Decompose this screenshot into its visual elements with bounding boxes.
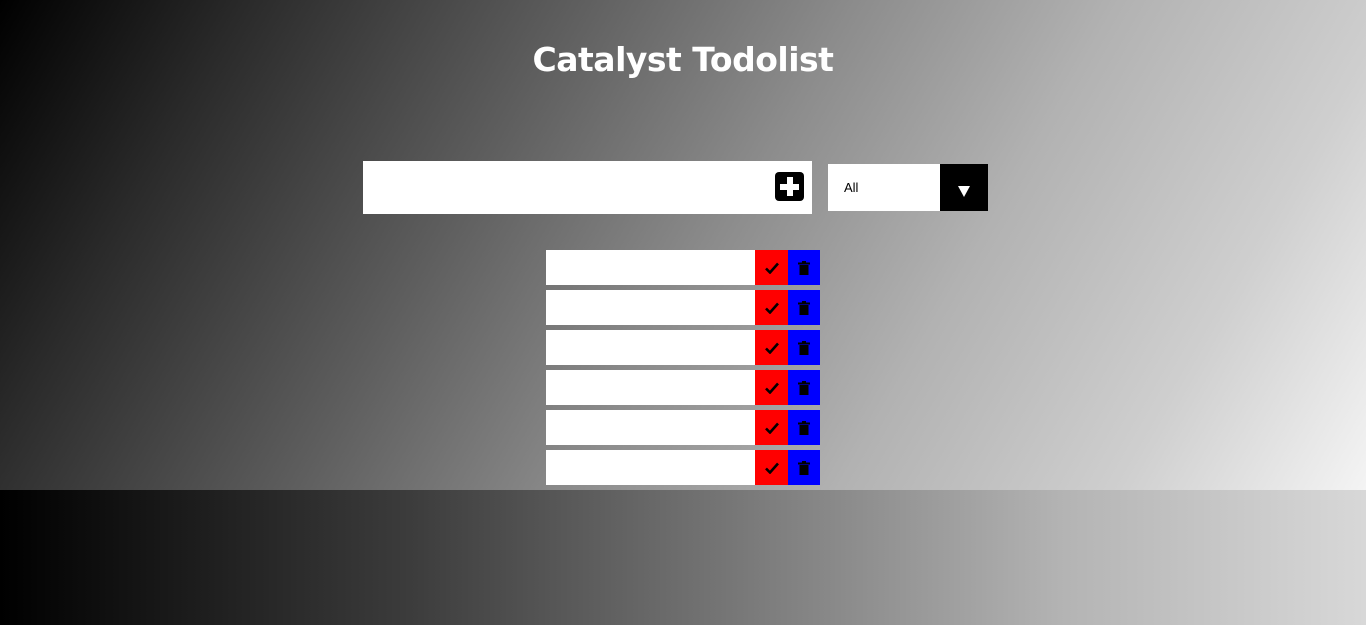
complete-button[interactable]	[755, 370, 788, 405]
filter-select[interactable]: All	[828, 164, 988, 211]
check-icon	[755, 370, 788, 405]
complete-button[interactable]	[755, 410, 788, 445]
check-icon	[755, 290, 788, 325]
delete-button[interactable]	[788, 250, 820, 285]
todo-input[interactable]	[363, 161, 763, 214]
trash-icon	[788, 370, 820, 405]
todo-text	[546, 290, 755, 325]
todo-text	[546, 410, 755, 445]
todo-item	[546, 450, 820, 485]
trash-icon	[788, 330, 820, 365]
complete-button[interactable]	[755, 330, 788, 365]
todo-text	[546, 370, 755, 405]
page-background: Catalyst Todolist All	[0, 0, 1366, 490]
delete-button[interactable]	[788, 410, 820, 445]
check-icon	[755, 410, 788, 445]
complete-button[interactable]	[755, 450, 788, 485]
todo-text	[546, 250, 755, 285]
todo-text	[546, 450, 755, 485]
delete-button[interactable]	[788, 450, 820, 485]
add-todo-button[interactable]	[775, 172, 804, 201]
todo-item	[546, 370, 820, 405]
plus-icon	[775, 172, 804, 201]
trash-icon	[788, 250, 820, 285]
todo-form	[363, 161, 812, 214]
check-icon	[755, 330, 788, 365]
todo-list	[546, 250, 820, 490]
caret-down-icon[interactable]	[940, 164, 988, 211]
todo-item	[546, 410, 820, 445]
trash-icon	[788, 410, 820, 445]
complete-button[interactable]	[755, 290, 788, 325]
complete-button[interactable]	[755, 250, 788, 285]
trash-icon	[788, 450, 820, 485]
page-title: Catalyst Todolist	[532, 40, 834, 79]
delete-button[interactable]	[788, 290, 820, 325]
todo-item	[546, 330, 820, 365]
todo-item	[546, 290, 820, 325]
check-icon	[755, 250, 788, 285]
filter-selected-value: All	[844, 180, 859, 195]
todo-text	[546, 330, 755, 365]
check-icon	[755, 450, 788, 485]
delete-button[interactable]	[788, 370, 820, 405]
todo-item	[546, 250, 820, 285]
trash-icon	[788, 290, 820, 325]
delete-button[interactable]	[788, 330, 820, 365]
